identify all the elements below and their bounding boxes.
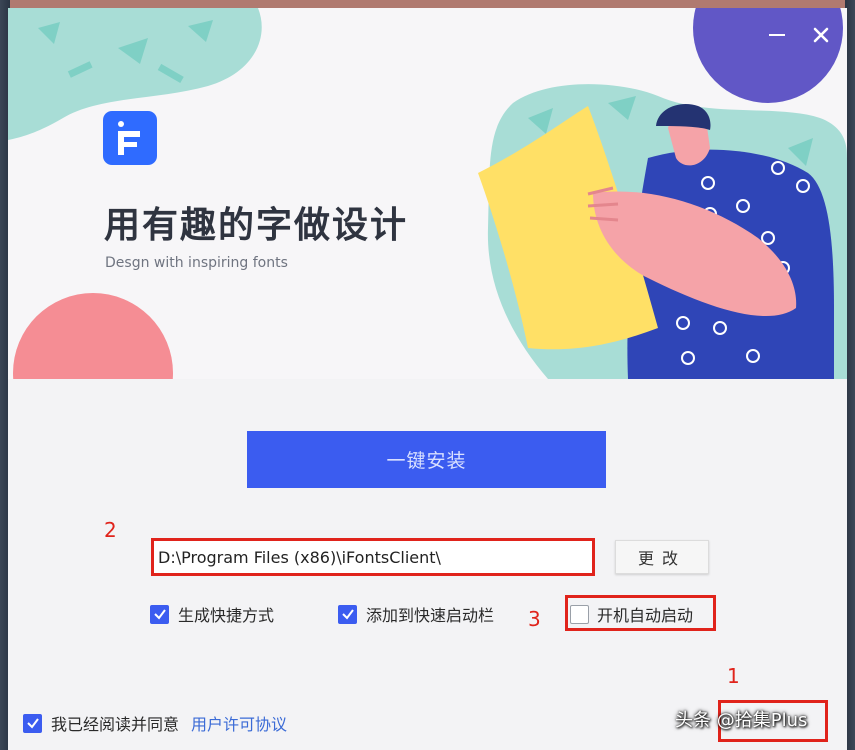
annotation-number-3: 3: [528, 607, 541, 631]
page-title: 用有趣的字做设计: [104, 205, 409, 246]
minimize-button[interactable]: [764, 22, 790, 48]
option-create-shortcut[interactable]: 生成快捷方式: [150, 602, 274, 626]
create-shortcut-checkbox[interactable]: [150, 604, 169, 624]
install-path-highlight: [151, 538, 595, 576]
minimize-icon: [769, 34, 785, 36]
option-quick-launch[interactable]: 添加到快速启动栏: [338, 602, 494, 626]
checkmark-icon: [153, 609, 166, 620]
autostart-checkbox[interactable]: [570, 604, 589, 624]
annotation-number-1: 1: [727, 664, 740, 688]
option-autostart[interactable]: 开机自动启动: [570, 602, 693, 626]
banner-illustration: 用有趣的字做设计 Desgn with inspiring fonts: [8, 8, 847, 379]
install-path-input[interactable]: [158, 544, 586, 570]
license-agreement-row[interactable]: 我已经阅读并同意 用户许可协议: [23, 711, 287, 735]
agree-text: 我已经阅读并同意: [51, 715, 180, 734]
change-path-button[interactable]: 更改: [615, 540, 709, 574]
license-agreement-link[interactable]: 用户许可协议: [191, 711, 287, 735]
autostart-label: 开机自动启动: [597, 606, 694, 625]
checkmark-icon: [26, 718, 39, 729]
agree-checkbox[interactable]: [23, 713, 42, 733]
one-click-install-button[interactable]: 一键安装: [247, 431, 606, 488]
close-button[interactable]: [808, 22, 834, 48]
banner-art: [8, 8, 847, 379]
quick-launch-label: 添加到快速启动栏: [366, 606, 495, 625]
installer-window: 用有趣的字做设计 Desgn with inspiring fonts 一键安装…: [8, 8, 847, 750]
annotation-number-2: 2: [104, 518, 117, 542]
create-shortcut-label: 生成快捷方式: [178, 606, 275, 625]
checkmark-icon: [341, 609, 354, 620]
page-subtitle: Desgn with inspiring fonts: [105, 255, 288, 271]
watermark-text: 头条 @拾集Plus: [675, 710, 808, 731]
close-icon: [813, 27, 829, 43]
quick-launch-checkbox[interactable]: [338, 604, 357, 624]
ifonts-logo: [103, 111, 157, 165]
